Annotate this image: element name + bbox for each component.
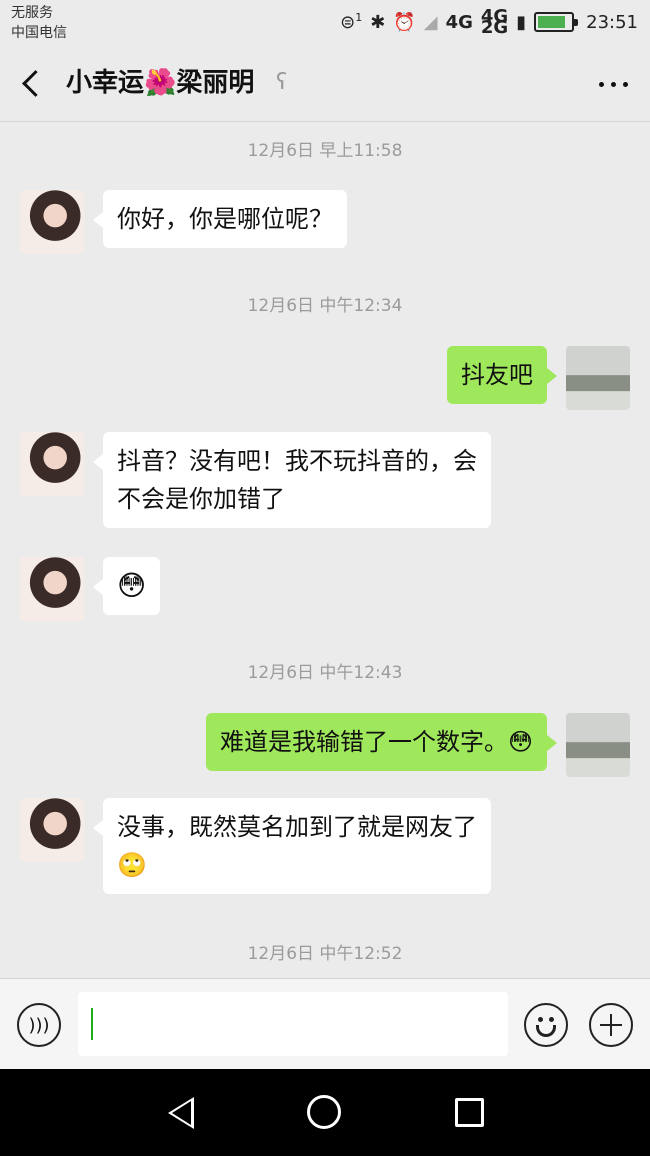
message-bubble-incoming[interactable]: 没事，既然莫名加到了就是网友了 🙄 — [93, 798, 491, 894]
my-avatar[interactable] — [566, 346, 630, 410]
text-caret — [91, 1008, 93, 1040]
timestamp: 12月6日 中午12:52 — [247, 944, 403, 964]
chat-header: 小幸运🌺梁丽明 ʕ — [0, 46, 650, 122]
timestamp: 12月6日 早上11:58 — [247, 141, 403, 161]
contact-avatar[interactable] — [20, 557, 84, 621]
nav-home-icon[interactable] — [307, 1095, 341, 1129]
contact-avatar[interactable] — [20, 190, 84, 254]
plus-icon[interactable] — [589, 1003, 633, 1047]
battery-icon — [534, 12, 579, 32]
input-bar: ))) — [0, 978, 650, 1069]
hd-call-icon: ⊜1 — [340, 11, 363, 33]
wifi-off-icon: ◢ — [423, 11, 438, 33]
chat-area[interactable]: 12月6日 早上11:58 你好，你是哪位呢？ 12月6日 中午12:34 抖友… — [0, 123, 650, 978]
carrier-status: 无服务 — [11, 5, 53, 21]
nav-back-icon[interactable] — [168, 1097, 194, 1129]
message-bubble-outgoing[interactable]: 抖友吧 — [447, 346, 557, 404]
signal-icon: ▮ — [516, 11, 527, 33]
network-small: 4G 2G — [480, 6, 509, 38]
nav-recent-icon[interactable] — [455, 1098, 484, 1127]
timestamp: 12月6日 中午12:34 — [247, 296, 403, 316]
status-icons: ⊜1 ✱ ⏰ ◢ 4G 4G 2G ▮ 23:51 — [340, 6, 638, 38]
network-type: 4G — [445, 11, 473, 33]
more-icon[interactable] — [599, 82, 628, 87]
timestamp: 12月6日 中午12:43 — [247, 663, 403, 683]
message-bubble-incoming[interactable]: 你好，你是哪位呢？ — [93, 190, 347, 248]
message-bubble-outgoing[interactable]: 难道是我输错了一个数字。😳 — [205, 713, 558, 771]
my-avatar[interactable] — [566, 713, 630, 777]
back-button[interactable] — [18, 66, 48, 102]
message-input[interactable] — [78, 992, 508, 1056]
ear-icon: ʕ — [276, 70, 288, 95]
bluetooth-icon: ✱ — [370, 11, 386, 33]
message-bubble-incoming[interactable]: 😳 — [92, 557, 161, 615]
carrier-name: 中国电信 — [11, 25, 67, 41]
message-bubble-incoming[interactable]: 抖音？没有吧！我不玩抖音的，会 不会是你加错了 — [93, 432, 491, 528]
chat-title: 小幸运🌺梁丽明 — [66, 68, 255, 98]
carrier-info: 无服务 中国电信 — [11, 3, 67, 43]
emoji-icon[interactable] — [524, 1003, 568, 1047]
clock: 23:51 — [586, 11, 638, 33]
contact-avatar[interactable] — [20, 798, 84, 862]
voice-icon[interactable]: ))) — [17, 1003, 61, 1047]
system-nav-bar — [0, 1069, 650, 1156]
alarm-icon: ⏰ — [393, 11, 416, 33]
status-bar: 无服务 中国电信 ⊜1 ✱ ⏰ ◢ 4G 4G 2G ▮ 23:51 — [0, 0, 650, 46]
contact-avatar[interactable] — [20, 432, 84, 496]
